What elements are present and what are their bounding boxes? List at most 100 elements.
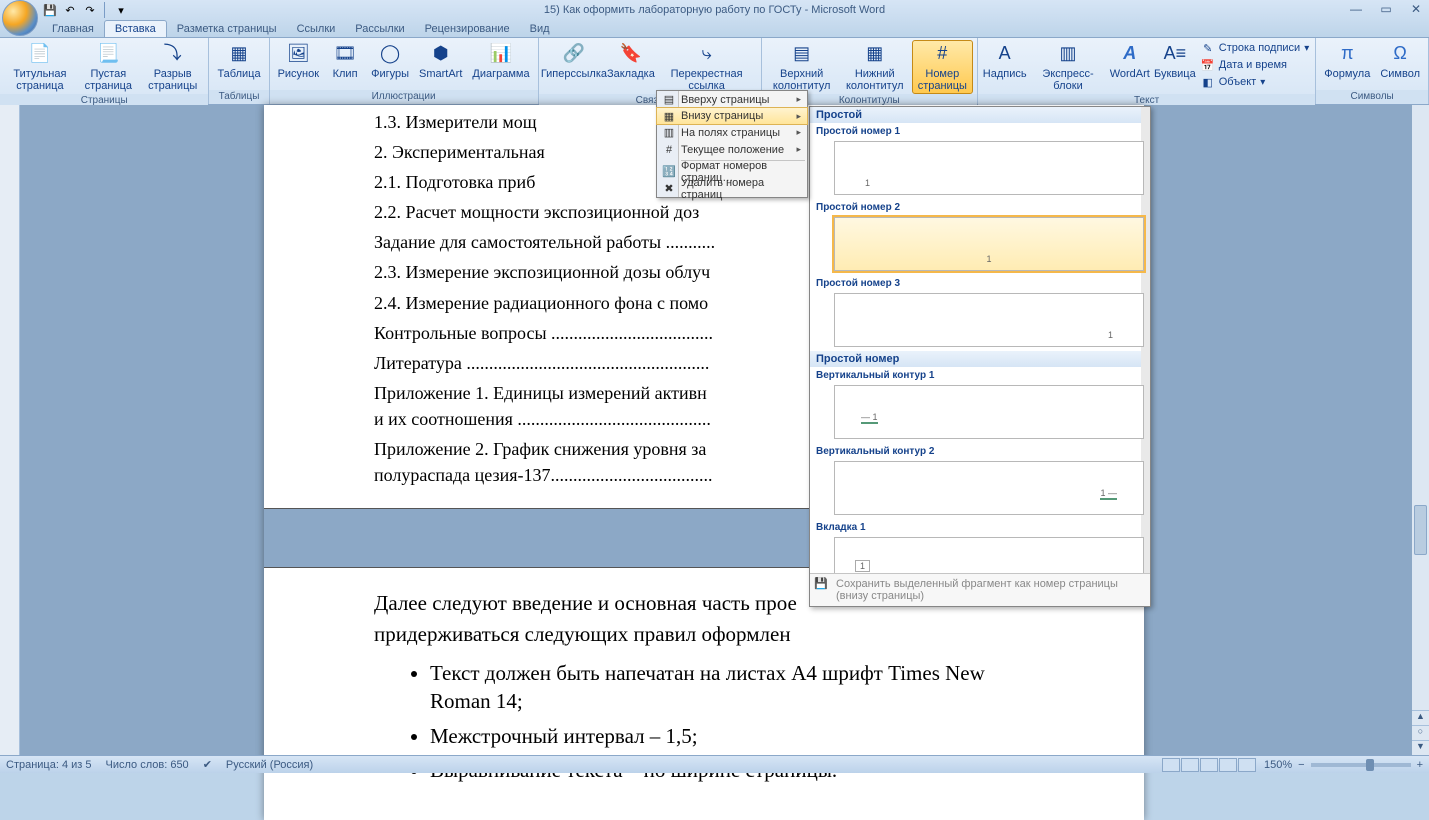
object-icon: ◧ (1201, 75, 1215, 89)
menu-top-of-page[interactable]: ▤Вверху страницы▸ (657, 91, 807, 108)
smartart-button[interactable]: ⬢SmartArt (415, 40, 466, 82)
wordart-button[interactable]: AWordArt (1109, 40, 1151, 82)
page-number-gallery: Простой Простой номер 1 1 Простой номер … (809, 106, 1151, 607)
footer-button[interactable]: ▦Нижний колонтитул (840, 40, 910, 94)
view-web-layout-icon[interactable] (1200, 758, 1218, 772)
browse-buttons: ▲ ○ ▼ (1412, 710, 1429, 755)
hyperlink-button[interactable]: 🔗Гиперссылка (543, 40, 606, 82)
page-break-button[interactable]: ⤵Разрыв страницы (141, 40, 205, 94)
gallery-header-simple-number: Простой номер (810, 351, 1150, 367)
gallery-item-simple-2[interactable]: 1 (834, 217, 1144, 271)
chevron-right-icon: ▸ (796, 127, 801, 138)
zoom-control: 150% − + (1264, 759, 1423, 771)
tab-page-layout[interactable]: Разметка страницы (167, 21, 287, 37)
status-page[interactable]: Страница: 4 из 5 (6, 759, 92, 771)
vertical-scrollbar[interactable]: ▲ ○ ▼ (1412, 105, 1429, 755)
qat-customize-icon[interactable]: ▾ (113, 2, 129, 18)
blank-page-button[interactable]: 📃Пустая страница (78, 40, 139, 94)
tab-home[interactable]: Главная (42, 21, 104, 37)
page-number-mark: 1 (865, 178, 870, 188)
equation-button[interactable]: πФормула (1320, 40, 1374, 82)
signature-line-button[interactable]: ✎Строка подписи ▾ (1199, 40, 1311, 56)
group-symbols-label: Символы (1316, 90, 1428, 104)
title-bar: 💾 ↶ ↷ ▾ 15) Как оформить лабораторную ра… (0, 0, 1429, 20)
view-draft-icon[interactable] (1238, 758, 1256, 772)
office-button[interactable] (2, 0, 38, 36)
quickparts-icon: ▥ (1056, 42, 1080, 66)
gallery-item-label: Вертикальный контур 1 (810, 367, 1150, 383)
gallery-item-tab-1[interactable]: 1 (834, 537, 1144, 577)
view-outline-icon[interactable] (1219, 758, 1237, 772)
browse-object-icon[interactable]: ○ (1412, 725, 1429, 740)
scrollbar-thumb[interactable] (1414, 505, 1427, 555)
picture-button[interactable]: 🖼Рисунок (274, 40, 324, 82)
zoom-in-button[interactable]: + (1417, 759, 1423, 771)
tab-review[interactable]: Рецензирование (415, 21, 520, 37)
gallery-save-selection[interactable]: 💾Сохранить выделенный фрагмент как номер… (810, 573, 1150, 606)
page-number-button[interactable]: #Номер страницы (912, 40, 973, 94)
status-word-count[interactable]: Число слов: 650 (106, 759, 189, 771)
close-button[interactable]: ✕ (1407, 2, 1425, 16)
document-area: 1.3. Измерители мощ 2. Экспериментальная… (0, 105, 1429, 755)
next-page-icon[interactable]: ▼ (1412, 740, 1429, 755)
menu-page-margins[interactable]: ▥На полях страницы▸ (657, 124, 807, 141)
ribbon-tabs: Главная Вставка Разметка страницы Ссылки… (0, 20, 1429, 38)
minimize-button[interactable]: — (1347, 2, 1365, 16)
header-button[interactable]: ▤Верхний колонтитул (766, 40, 838, 94)
group-symbols: πФормула ΩСимвол Символы (1316, 38, 1429, 104)
gallery-item-vcontour-1[interactable]: — 1 (834, 385, 1144, 439)
cover-page-button[interactable]: 📄Титульная страница (4, 40, 76, 94)
equation-icon: π (1335, 42, 1359, 66)
wordart-icon: A (1118, 42, 1142, 66)
chevron-right-icon: ▸ (796, 111, 801, 122)
object-button[interactable]: ◧Объект ▾ (1199, 74, 1311, 90)
quickparts-button[interactable]: ▥Экспресс-блоки (1029, 40, 1106, 94)
date-time-button[interactable]: 📅Дата и время (1199, 57, 1311, 73)
quick-access-toolbar: 💾 ↶ ↷ ▾ (42, 2, 129, 18)
gallery-item-label: Вертикальный контур 2 (810, 443, 1150, 459)
status-language[interactable]: Русский (Россия) (226, 759, 313, 771)
shapes-button[interactable]: ◯Фигуры (367, 40, 413, 82)
blank-page-icon: 📃 (96, 42, 120, 66)
cover-page-icon: 📄 (28, 42, 52, 66)
zoom-level[interactable]: 150% (1264, 759, 1292, 771)
proofing-icon[interactable]: ✔ (203, 758, 212, 771)
tab-view[interactable]: Вид (520, 21, 560, 37)
redo-icon[interactable]: ↷ (82, 2, 98, 18)
menu-current-position[interactable]: #Текущее положение▸ (657, 141, 807, 158)
prev-page-icon[interactable]: ▲ (1412, 710, 1429, 725)
maximize-button[interactable]: ▭ (1377, 2, 1395, 16)
zoom-out-button[interactable]: − (1298, 759, 1304, 771)
group-pages: 📄Титульная страница 📃Пустая страница ⤵Ра… (0, 38, 209, 104)
save-icon[interactable]: 💾 (42, 2, 58, 18)
view-full-screen-icon[interactable] (1181, 758, 1199, 772)
chart-button[interactable]: 📊Диаграмма (468, 40, 533, 82)
gallery-item-simple-3[interactable]: 1 (834, 293, 1144, 347)
tab-mailings[interactable]: Рассылки (345, 21, 414, 37)
tab-references[interactable]: Ссылки (287, 21, 346, 37)
gallery-item-simple-1[interactable]: 1 (834, 141, 1144, 195)
dropcap-button[interactable]: A≡Буквица (1153, 40, 1197, 82)
view-buttons (1162, 758, 1256, 772)
zoom-slider[interactable] (1311, 763, 1411, 767)
table-button[interactable]: ▦Таблица (213, 40, 264, 82)
symbol-button[interactable]: ΩСимвол (1376, 40, 1424, 82)
smartart-icon: ⬢ (429, 42, 453, 66)
tab-insert[interactable]: Вставка (104, 20, 167, 37)
bookmark-button[interactable]: 🔖Закладка (607, 40, 654, 82)
textbox-button[interactable]: AНадпись (982, 40, 1028, 82)
undo-icon[interactable]: ↶ (62, 2, 78, 18)
symbol-icon: Ω (1388, 42, 1412, 66)
page-number-mark: — 1 (861, 412, 878, 424)
view-print-layout-icon[interactable] (1162, 758, 1180, 772)
zoom-slider-knob[interactable] (1366, 759, 1374, 771)
crossref-button[interactable]: ⤷Перекрестная ссылка (657, 40, 757, 94)
page-icon: ▤ (661, 92, 677, 108)
clip-button[interactable]: 🎞Клип (325, 40, 365, 82)
group-text: AНадпись ▥Экспресс-блоки AWordArt A≡Букв… (978, 38, 1316, 104)
menu-bottom-of-page[interactable]: ▦Внизу страницы▸ (656, 107, 808, 125)
shapes-icon: ◯ (378, 42, 402, 66)
menu-remove-page-numbers[interactable]: ✖Удалить номера страниц (657, 180, 807, 197)
gallery-item-vcontour-2[interactable]: 1 — (834, 461, 1144, 515)
vertical-ruler[interactable] (0, 105, 20, 755)
